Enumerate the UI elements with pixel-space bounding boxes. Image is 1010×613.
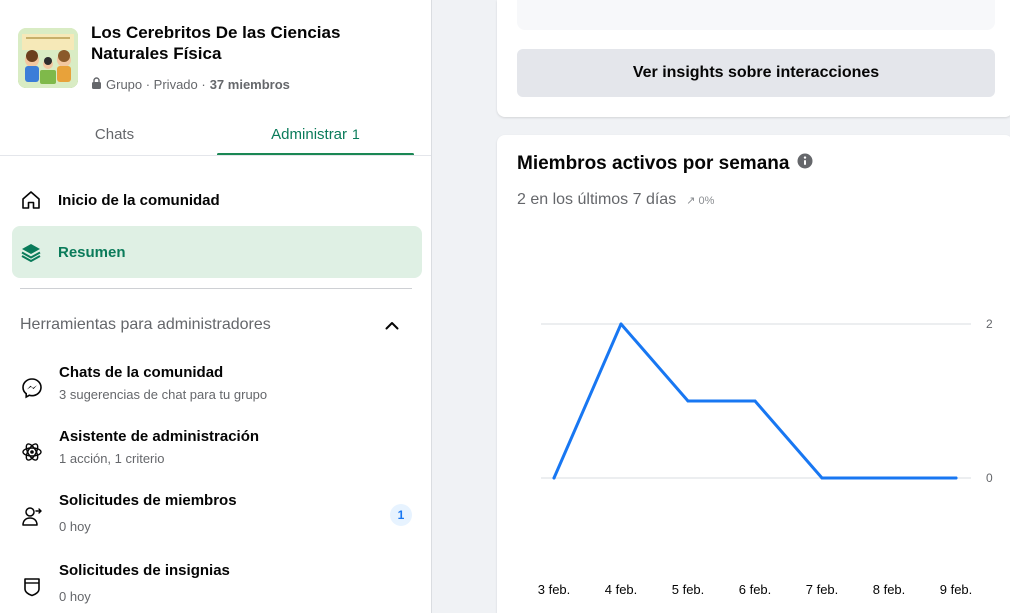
active-members-card: 0 2 3 feb. 4 feb. 5 feb. 6 feb. 7 feb. 8 feb. 9 … bbox=[497, 135, 1010, 613]
x-tick-label: 6 feb. bbox=[739, 582, 772, 597]
info-icon[interactable] bbox=[797, 153, 813, 175]
layers-icon bbox=[20, 241, 42, 263]
card-top-strip bbox=[517, 0, 995, 30]
chart-title-text: Miembros activos por semana bbox=[517, 153, 790, 174]
data-point[interactable] bbox=[753, 399, 757, 403]
tool-chats-comunidad[interactable]: Chats de la comunidad 3 sugerencias de c… bbox=[12, 364, 422, 424]
tab-administrar-count: 1 bbox=[352, 126, 360, 142]
data-point[interactable] bbox=[887, 476, 891, 480]
y-tick-label: 0 bbox=[986, 471, 993, 485]
shield-icon bbox=[20, 574, 44, 598]
chart-delta: ↗ 0% bbox=[686, 195, 715, 207]
admin-tools-title: Herramientas para administradores bbox=[20, 316, 271, 333]
lock-icon bbox=[91, 77, 102, 92]
chart-subtitle: 2 en los últimos 7 días ↗ 0% bbox=[517, 191, 714, 209]
tabs-divider bbox=[0, 155, 431, 156]
tool-title: Solicitudes de miembros bbox=[59, 492, 237, 509]
view-insights-button[interactable]: Ver insights sobre interacciones bbox=[517, 49, 995, 97]
data-point[interactable] bbox=[552, 476, 556, 480]
tab-chats[interactable]: Chats bbox=[12, 112, 217, 156]
data-point[interactable] bbox=[820, 476, 824, 480]
data-point[interactable] bbox=[686, 399, 690, 403]
x-tick-label: 8 feb. bbox=[873, 582, 906, 597]
y-tick-label: 2 bbox=[986, 317, 993, 331]
tool-title: Chats de la comunidad bbox=[59, 364, 224, 381]
tab-administrar-label: Administrar bbox=[271, 125, 348, 143]
sidebar-item-label: Resumen bbox=[58, 243, 126, 261]
chart-subtitle-text: 2 en los últimos 7 días bbox=[517, 191, 677, 208]
group-avatar[interactable] bbox=[18, 28, 78, 88]
atom-icon bbox=[20, 440, 44, 464]
chart-title: Miembros activos por semana bbox=[517, 153, 813, 175]
tool-title: Asistente de administración bbox=[59, 428, 260, 445]
tab-chats-label: Chats bbox=[94, 125, 135, 143]
chevron-up-icon[interactable] bbox=[382, 315, 402, 335]
sidebar-divider bbox=[20, 288, 412, 289]
group-meta: Grupo · Privado · 37 miembros bbox=[91, 77, 290, 92]
messenger-icon bbox=[20, 376, 44, 400]
tool-title: Solicitudes de insignias bbox=[59, 562, 230, 579]
data-point[interactable] bbox=[619, 322, 623, 326]
data-point[interactable] bbox=[954, 476, 958, 480]
sidebar-tabs: Chats Administrar 1 bbox=[12, 112, 414, 156]
x-tick-label: 3 feb. bbox=[538, 582, 571, 597]
sidebar-item-resumen[interactable]: Resumen bbox=[12, 226, 422, 278]
x-tick-label: 7 feb. bbox=[806, 582, 839, 597]
tool-subtitle: 0 hoy bbox=[59, 519, 91, 534]
group-members[interactable]: 37 miembros bbox=[210, 77, 290, 92]
x-tick-label: 5 feb. bbox=[672, 582, 705, 597]
tool-subtitle: 0 hoy bbox=[59, 589, 91, 604]
group-header: Los Cerebritos De las Ciencias Naturales… bbox=[18, 22, 418, 102]
x-tick-label: 4 feb. bbox=[605, 582, 638, 597]
tool-solicitudes-miembros[interactable]: Solicitudes de miembros 0 hoy 1 bbox=[12, 492, 422, 552]
x-tick-label: 9 feb. bbox=[940, 582, 973, 597]
group-name[interactable]: Los Cerebritos De las Ciencias Naturales… bbox=[91, 22, 401, 64]
add-person-icon bbox=[20, 504, 44, 528]
insights-card: Ver insights sobre interacciones bbox=[497, 0, 1010, 117]
tool-subtitle: 3 sugerencias de chat para tu grupo bbox=[59, 387, 268, 402]
tool-subtitle: 1 acción, 1 criterio bbox=[59, 451, 165, 466]
notification-badge: 1 bbox=[390, 504, 412, 526]
group-privacy: Grupo · Privado · bbox=[106, 77, 206, 92]
tab-administrar[interactable]: Administrar 1 bbox=[217, 112, 414, 156]
home-icon bbox=[20, 189, 42, 211]
sidebar: Los Cerebritos De las Ciencias Naturales… bbox=[0, 0, 432, 613]
sidebar-item-label: Inicio de la comunidad bbox=[58, 191, 220, 209]
tool-asistente-administracion[interactable]: Asistente de administración 1 acción, 1 … bbox=[12, 428, 422, 488]
sidebar-item-inicio[interactable]: Inicio de la comunidad bbox=[12, 174, 422, 226]
tool-solicitudes-insignias[interactable]: Solicitudes de insignias 0 hoy bbox=[12, 562, 422, 613]
